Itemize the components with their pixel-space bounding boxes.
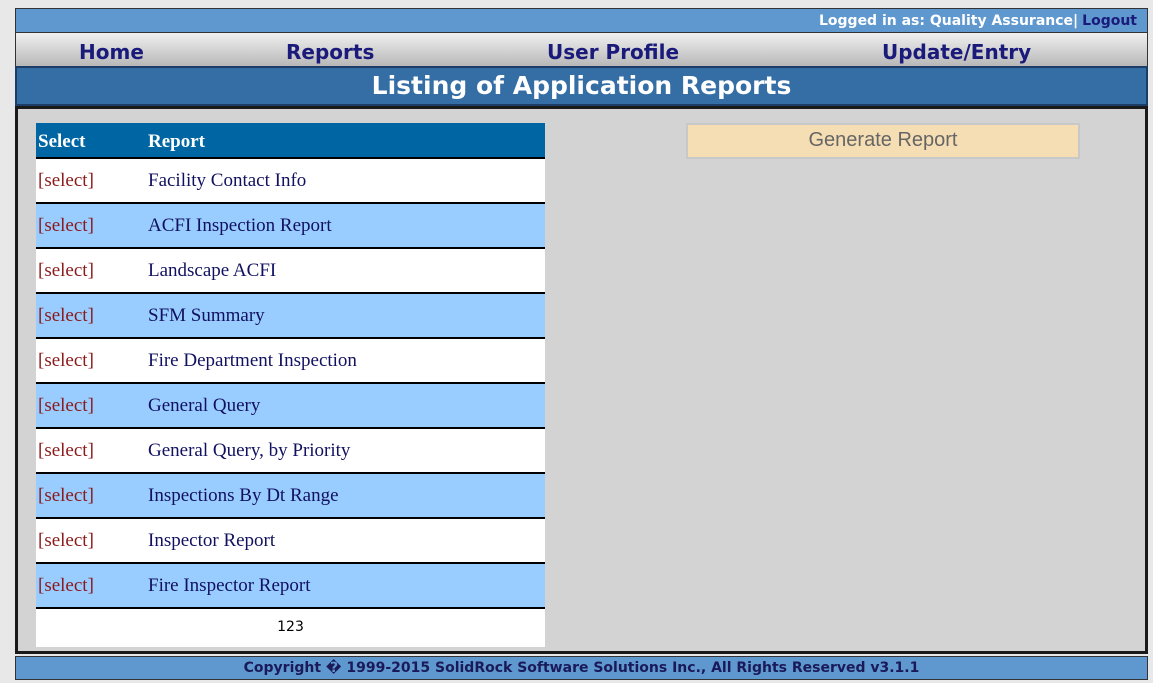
select-link[interactable]: [select]: [38, 530, 94, 552]
table-row: [select] SFM Summary: [36, 294, 545, 339]
nav-user-profile[interactable]: User Profile: [547, 40, 679, 64]
page-title: Listing of Application Reports: [15, 66, 1148, 106]
generate-report-button[interactable]: Generate Report: [686, 123, 1080, 159]
select-link[interactable]: [select]: [38, 395, 94, 417]
select-link[interactable]: [select]: [38, 170, 94, 192]
table-row: [select] Facility Contact Info: [36, 159, 545, 204]
logout-link[interactable]: Logout: [1082, 13, 1137, 29]
select-link[interactable]: [select]: [38, 485, 94, 507]
table-row: [select] ACFI Inspection Report: [36, 204, 545, 249]
content-area: Select Report [select] Facility Contact I…: [15, 106, 1148, 654]
table-row: [select] Fire Department Inspection: [36, 339, 545, 384]
table-row: [select] Inspector Report: [36, 519, 545, 564]
select-link[interactable]: [select]: [38, 215, 94, 237]
page-link-1[interactable]: 1: [277, 619, 286, 635]
select-link[interactable]: [select]: [38, 305, 94, 327]
report-name: Facility Contact Info: [148, 170, 307, 191]
report-name: Landscape ACFI: [148, 260, 277, 281]
select-link[interactable]: [select]: [38, 350, 94, 372]
table-row: [select] Fire Inspector Report: [36, 564, 545, 609]
top-bar: Logged in as: Quality Assurance| Logout: [15, 8, 1148, 33]
header-report: Report: [148, 131, 205, 152]
report-name: Inspections By Dt Range: [148, 485, 339, 506]
table-row: [select] General Query: [36, 384, 545, 429]
report-name: General Query, by Priority: [148, 440, 351, 461]
select-link[interactable]: [select]: [38, 440, 94, 462]
footer-copyright: Copyright � 1999-2015 SolidRock Software…: [15, 656, 1148, 680]
report-name: Fire Inspector Report: [148, 575, 311, 596]
logged-in-label: Logged in as: Quality Assurance|: [818, 13, 1079, 29]
nav-bar: Home Reports User Profile Update/Entry: [15, 33, 1148, 66]
report-name: ACFI Inspection Report: [148, 215, 332, 236]
nav-reports[interactable]: Reports: [286, 40, 374, 64]
nav-home[interactable]: Home: [79, 40, 144, 64]
nav-update-entry[interactable]: Update/Entry: [882, 40, 1031, 64]
header-select: Select: [38, 131, 86, 152]
select-link[interactable]: [select]: [38, 575, 94, 597]
reports-table: Select Report [select] Facility Contact I…: [36, 123, 545, 647]
page-link-3[interactable]: 3: [295, 619, 304, 635]
table-header: Select Report: [36, 123, 545, 159]
pager: 123: [36, 609, 545, 647]
select-link[interactable]: [select]: [38, 260, 94, 282]
table-row: [select] Inspections By Dt Range: [36, 474, 545, 519]
table-row: [select] Landscape ACFI: [36, 249, 545, 294]
table-row: [select] General Query, by Priority: [36, 429, 545, 474]
report-name: Fire Department Inspection: [148, 350, 357, 371]
report-name: Inspector Report: [148, 530, 276, 551]
page-link-2[interactable]: 2: [286, 619, 295, 635]
report-name: General Query: [148, 395, 261, 416]
app-frame: Logged in as: Quality Assurance| Logout H…: [15, 8, 1148, 680]
report-name: SFM Summary: [148, 305, 265, 326]
